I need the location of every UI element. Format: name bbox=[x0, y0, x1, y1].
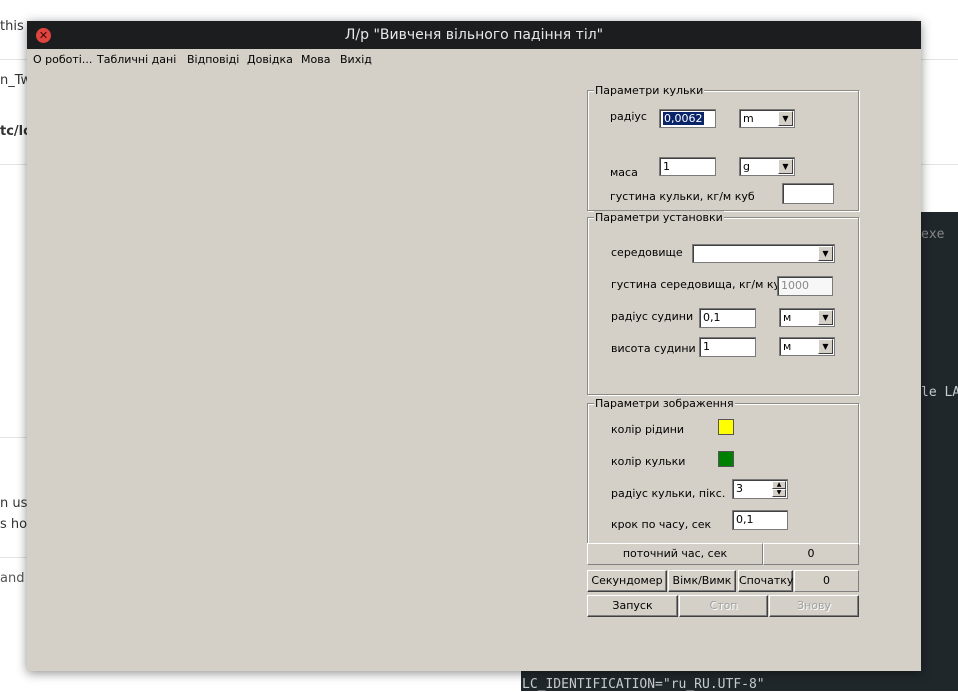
medium-density-label: густина середовища, кг/м куб bbox=[611, 278, 787, 291]
time-step-input[interactable]: 0,1 bbox=[732, 510, 788, 530]
bg-text-6: and bbox=[0, 571, 25, 586]
radius-unit-select[interactable]: m ▼ bbox=[739, 109, 795, 128]
liquid-color-swatch[interactable] bbox=[718, 419, 734, 435]
bg-divider bbox=[921, 59, 958, 60]
current-time-label: поточний час, сек bbox=[587, 543, 763, 565]
chevron-down-icon[interactable]: ▼ bbox=[818, 246, 833, 261]
menu-answers[interactable]: Відповіді bbox=[187, 53, 239, 66]
bg-divider bbox=[0, 437, 27, 438]
ball-radius-px-value: 3 bbox=[736, 482, 743, 495]
vessel-radius-label: радіус судини bbox=[611, 310, 694, 323]
radius-unit-value: m bbox=[743, 112, 754, 125]
chevron-down-icon[interactable]: ▼ bbox=[778, 111, 793, 126]
vessel-radius-input[interactable]: 0,1 bbox=[699, 308, 756, 328]
vessel-height-unit-value: м bbox=[783, 340, 792, 353]
medium-label: середовище bbox=[611, 246, 683, 259]
stopwatch-button[interactable]: Секундомер bbox=[587, 570, 667, 592]
ball-color-swatch[interactable] bbox=[718, 451, 734, 467]
spin-down-icon[interactable]: ▼ bbox=[772, 489, 786, 497]
vessel-height-unit-select[interactable]: м ▼ bbox=[779, 337, 835, 356]
bg-divider bbox=[0, 164, 27, 165]
chevron-down-icon[interactable]: ▼ bbox=[778, 159, 793, 174]
ball-radius-px-label: радіус кульки, пікс. bbox=[611, 487, 726, 500]
bg-terminal-text-3: LC_IDENTIFICATION="ru_RU.UTF-8" bbox=[522, 677, 765, 692]
bg-terminal-text-2: le LA bbox=[921, 385, 958, 400]
menu-help[interactable]: Довідка bbox=[247, 53, 293, 66]
toggle-button[interactable]: Вімк/Вимк bbox=[668, 570, 736, 592]
stop-button[interactable]: Стоп bbox=[679, 595, 768, 617]
ball-params-title: Параметри кульки bbox=[594, 84, 705, 97]
radius-label: радіус bbox=[610, 110, 647, 123]
window-title: Л/р "Вивченя вільного падіння тіл" bbox=[344, 27, 604, 43]
bg-terminal-text-1: exe bbox=[921, 227, 945, 242]
menu-exit[interactable]: Вихід bbox=[340, 53, 372, 66]
ball-params-group: Параметри кульки радіус 0,0062 m ▼ маса … bbox=[587, 84, 859, 211]
spin-up-icon[interactable]: ▲ bbox=[772, 481, 786, 489]
vessel-height-label: висота судини bbox=[611, 342, 696, 355]
display-params-title: Параметри зображення bbox=[594, 397, 735, 410]
display-params-group: Параметри зображення колір рідини колір … bbox=[587, 397, 859, 544]
medium-density-input[interactable]: 1000 bbox=[777, 276, 833, 296]
mass-input[interactable]: 1 bbox=[659, 157, 716, 176]
menu-bar: О роботі... Табличні дані Відповіді Дові… bbox=[27, 49, 921, 71]
setup-params-group: Параметри установки середовище ▼ густина… bbox=[587, 211, 859, 395]
setup-params-title: Параметри установки bbox=[594, 211, 724, 224]
app-window: ✕ Л/р "Вивченя вільного падіння тіл" О р… bbox=[27, 21, 921, 671]
current-time-value: 0 bbox=[763, 543, 859, 565]
vessel-radius-unit-value: м bbox=[783, 311, 792, 324]
liquid-color-label: колір рідини bbox=[611, 423, 685, 436]
start-button[interactable]: Запуск bbox=[587, 595, 678, 617]
mass-unit-select[interactable]: g ▼ bbox=[739, 157, 795, 176]
radius-input[interactable]: 0,0062 bbox=[659, 109, 716, 128]
mass-label: маса bbox=[610, 166, 638, 179]
spinner-buttons: ▲ ▼ bbox=[772, 481, 786, 497]
medium-select[interactable]: ▼ bbox=[692, 244, 835, 263]
chevron-down-icon[interactable]: ▼ bbox=[818, 310, 833, 325]
bg-text-1: this bbox=[0, 19, 24, 34]
menu-about[interactable]: О роботі... bbox=[33, 53, 92, 66]
mass-unit-value: g bbox=[743, 160, 750, 173]
stopwatch-value: 0 bbox=[794, 570, 859, 592]
bg-divider bbox=[921, 164, 958, 165]
bg-divider bbox=[0, 59, 27, 60]
menu-language[interactable]: Мова bbox=[301, 53, 330, 66]
menu-tables[interactable]: Табличні дані bbox=[97, 53, 176, 66]
ball-density-input[interactable] bbox=[782, 183, 834, 204]
ball-density-label: густина кульки, кг/м куб bbox=[610, 190, 755, 203]
title-bar[interactable]: ✕ Л/р "Вивченя вільного падіння тіл" bbox=[27, 21, 921, 49]
ball-color-label: колір кульки bbox=[611, 455, 686, 468]
ball-radius-px-spinner[interactable]: 3 ▲ ▼ bbox=[732, 479, 788, 499]
vessel-radius-unit-select[interactable]: м ▼ bbox=[779, 308, 835, 327]
bg-divider bbox=[0, 557, 27, 558]
reset-button[interactable]: Спочатку bbox=[738, 570, 793, 592]
vessel-height-input[interactable]: 1 bbox=[699, 337, 756, 357]
time-step-label: крок по часу, сек bbox=[611, 518, 712, 531]
chevron-down-icon[interactable]: ▼ bbox=[818, 339, 833, 354]
again-button[interactable]: Знову bbox=[769, 595, 859, 617]
